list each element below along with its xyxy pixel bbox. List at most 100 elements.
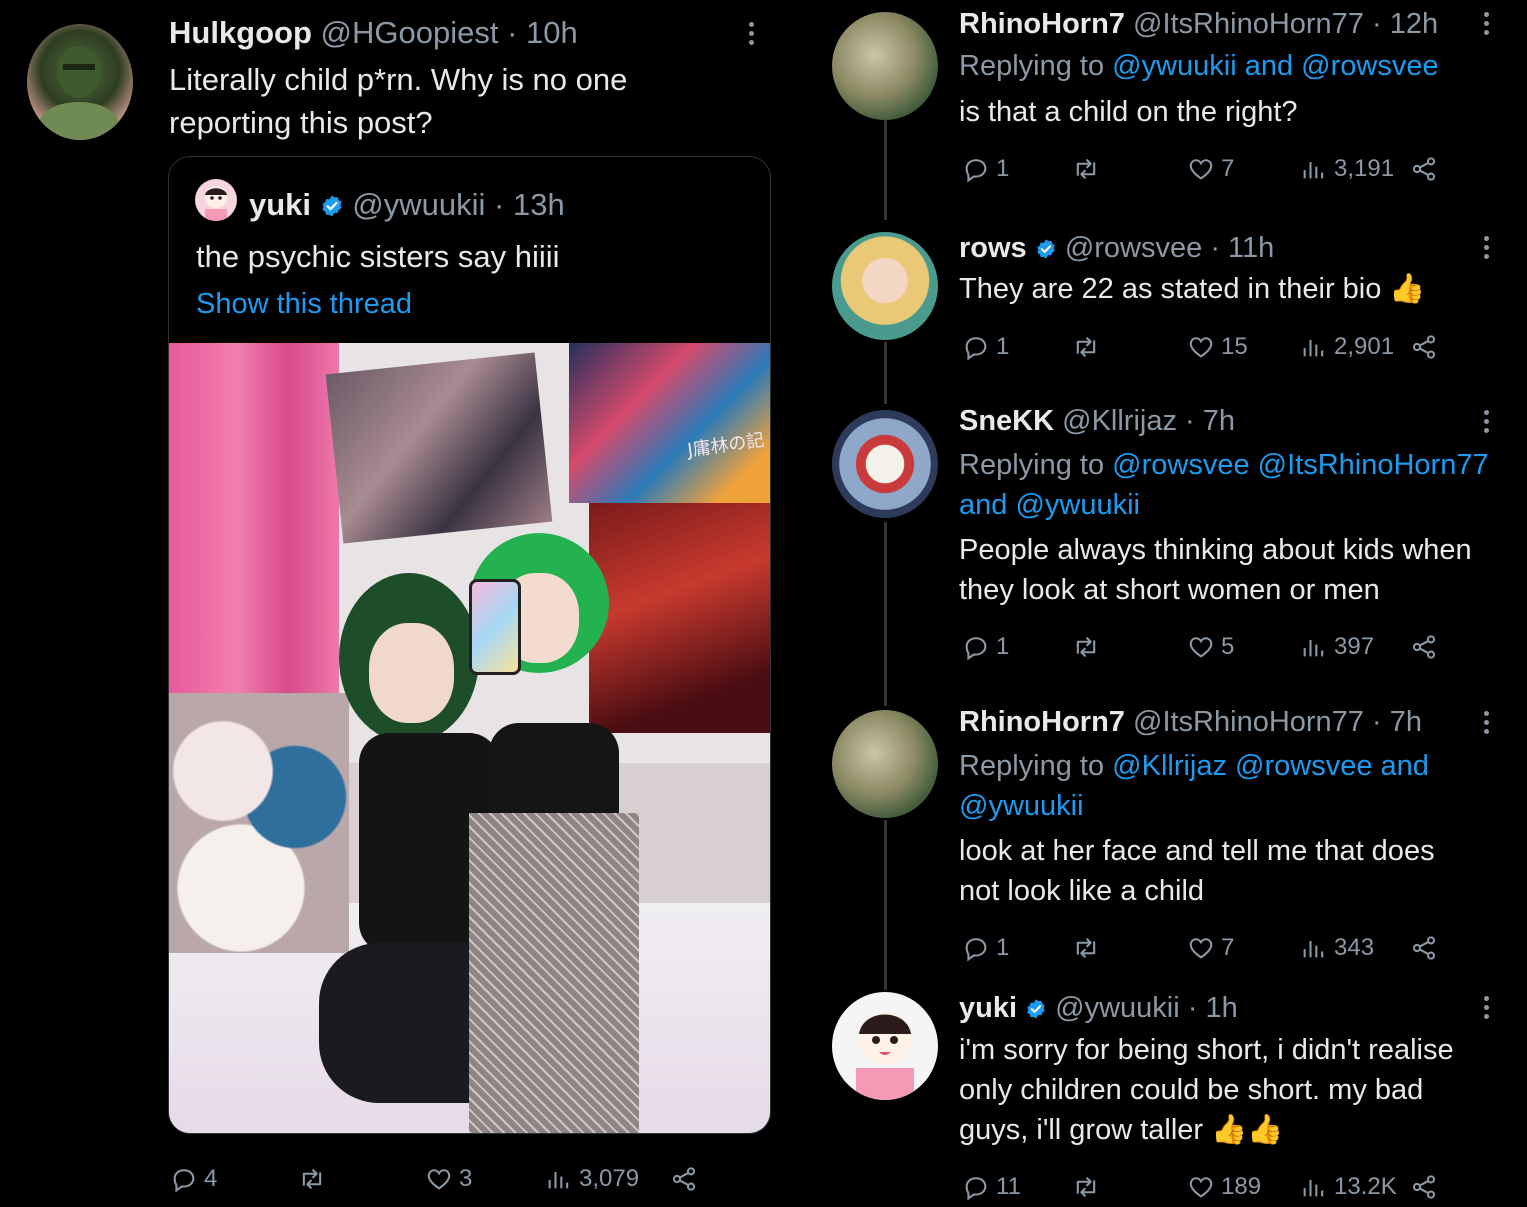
share-button[interactable]: [1410, 1170, 1438, 1204]
anime-avatar-icon: [205, 186, 227, 221]
reply-author-name[interactable]: RhinoHorn7: [959, 8, 1125, 40]
reply-time[interactable]: · 1h: [1188, 992, 1238, 1024]
reply-time[interactable]: · 11h: [1210, 232, 1274, 264]
reply-author-handle[interactable]: @rowsvee: [1065, 232, 1202, 264]
like-button[interactable]: 3: [425, 1162, 472, 1196]
more-options-icon[interactable]: [1484, 996, 1490, 1023]
replying-to-links[interactable]: @ywuukii and @rowsvee: [1112, 50, 1438, 82]
share-button[interactable]: [1410, 931, 1438, 965]
share-icon: [1410, 1173, 1438, 1201]
author-name[interactable]: Hulkgoop: [169, 15, 312, 50]
reply-actions: 1 7 343: [962, 931, 1442, 965]
reply-text-line: People always thinking about kids when: [959, 534, 1472, 566]
retweet-icon: [1072, 934, 1100, 962]
anime-avatar-icon: [856, 1012, 914, 1100]
reply-button[interactable]: 4: [170, 1162, 217, 1196]
reply-actions: 1 5 397: [962, 630, 1442, 664]
avatar[interactable]: [832, 12, 938, 120]
retweet-button[interactable]: [298, 1162, 326, 1196]
replying-to-links[interactable]: @Kllrijaz @rowsvee and: [1112, 750, 1429, 782]
like-button[interactable]: 7: [1187, 931, 1234, 965]
author-handle[interactable]: @HGoopiest: [321, 15, 499, 50]
quoted-photo[interactable]: J庸林の記: [169, 343, 770, 1133]
retweet-icon: [1072, 633, 1100, 661]
reply-button[interactable]: 1: [962, 330, 1009, 364]
reply-time[interactable]: · 12h: [1372, 8, 1438, 40]
reply-time[interactable]: · 7h: [1185, 405, 1235, 437]
quoted-tweet-card[interactable]: yuki @ywuukii · 13h the psychic sisters …: [168, 156, 771, 1134]
share-button[interactable]: [1410, 630, 1438, 664]
avatar[interactable]: [27, 24, 133, 140]
reply-author-handle[interactable]: @ItsRhinoHorn77: [1133, 706, 1364, 738]
views-icon: [1300, 333, 1328, 361]
like-button[interactable]: 15: [1187, 330, 1248, 364]
post-time[interactable]: · 10h: [507, 15, 578, 50]
thread-line: [884, 522, 887, 706]
retweet-button[interactable]: [1072, 630, 1100, 664]
views-button[interactable]: 3,191: [1300, 152, 1394, 186]
reply-text: i'm sorry for being short, i didn't real…: [959, 1030, 1454, 1150]
share-button[interactable]: [670, 1162, 698, 1196]
reply-count: 4: [204, 1165, 218, 1192]
reply-button[interactable]: 11: [962, 1170, 1021, 1204]
reply-author-name[interactable]: RhinoHorn7: [959, 706, 1125, 738]
reply-time[interactable]: · 7h: [1372, 706, 1422, 738]
like-count: 5: [1221, 633, 1235, 660]
quoted-author-handle[interactable]: @ywuukii: [352, 187, 485, 222]
views-button[interactable]: 3,079: [545, 1162, 639, 1196]
share-button[interactable]: [1410, 330, 1438, 364]
replying-to-links[interactable]: @rowsvee @ItsRhinoHorn77: [1112, 449, 1488, 481]
more-options-icon[interactable]: [1484, 12, 1490, 39]
avatar[interactable]: [832, 992, 938, 1100]
reply-button[interactable]: 1: [962, 931, 1009, 965]
like-button[interactable]: 7: [1187, 152, 1234, 186]
views-button[interactable]: 2,901: [1300, 330, 1394, 364]
quoted-post-time[interactable]: · 13h: [494, 187, 565, 222]
reply-author-handle[interactable]: @ywuukii: [1055, 992, 1180, 1024]
like-count: 7: [1221, 155, 1235, 182]
verified-badge-icon: [1035, 238, 1057, 260]
quoted-author-name[interactable]: yuki: [249, 187, 311, 222]
quoted-text: the psychic sisters say hiiii: [196, 239, 560, 274]
avatar[interactable]: [832, 232, 938, 340]
reply-author-name[interactable]: rows: [959, 232, 1027, 264]
replying-to-links[interactable]: and @ywuukii: [959, 485, 1489, 525]
views-button[interactable]: 397: [1300, 630, 1374, 664]
reply-button[interactable]: 1: [962, 152, 1009, 186]
more-options-icon[interactable]: [749, 22, 755, 49]
share-button[interactable]: [1410, 152, 1438, 186]
reply-text-line: not look like a child: [959, 875, 1205, 907]
more-options-icon[interactable]: [1484, 410, 1490, 437]
avatar[interactable]: [832, 410, 938, 518]
retweet-button[interactable]: [1072, 152, 1100, 186]
like-button[interactable]: 189: [1187, 1170, 1261, 1204]
retweet-button[interactable]: [1072, 1170, 1100, 1204]
like-count: 7: [1221, 934, 1235, 961]
retweet-button[interactable]: [1072, 931, 1100, 965]
views-button[interactable]: 13.2K: [1300, 1170, 1397, 1204]
view-count: 3,079: [579, 1165, 640, 1192]
views-button[interactable]: 343: [1300, 931, 1374, 965]
share-icon: [1410, 155, 1438, 183]
photo-poster: [569, 343, 770, 503]
reply-count: 1: [996, 333, 1010, 360]
replying-to-links[interactable]: @ywuukii: [959, 786, 1429, 826]
reply-author-name[interactable]: yuki: [959, 992, 1017, 1024]
reply-author-handle[interactable]: @Kllrijaz: [1062, 405, 1177, 437]
avatar[interactable]: [832, 710, 938, 818]
heart-icon: [1187, 633, 1215, 661]
post-text-line: Literally child p*rn. Why is no one: [169, 62, 628, 97]
views-icon: [1300, 934, 1328, 962]
reply-icon: [170, 1165, 198, 1193]
retweet-button[interactable]: [1072, 330, 1100, 364]
like-count: 3: [459, 1165, 473, 1192]
reply-button[interactable]: 1: [962, 630, 1009, 664]
reply-icon: [962, 155, 990, 183]
show-thread-link[interactable]: Show this thread: [196, 285, 412, 323]
reply-author-handle[interactable]: @ItsRhinoHorn77: [1133, 8, 1364, 40]
more-options-icon[interactable]: [1484, 236, 1490, 263]
more-options-icon[interactable]: [1484, 711, 1490, 738]
like-button[interactable]: 5: [1187, 630, 1234, 664]
reply-author-name[interactable]: SneKK: [959, 405, 1054, 437]
reply-text: look at her face and tell me that does n…: [959, 831, 1435, 911]
